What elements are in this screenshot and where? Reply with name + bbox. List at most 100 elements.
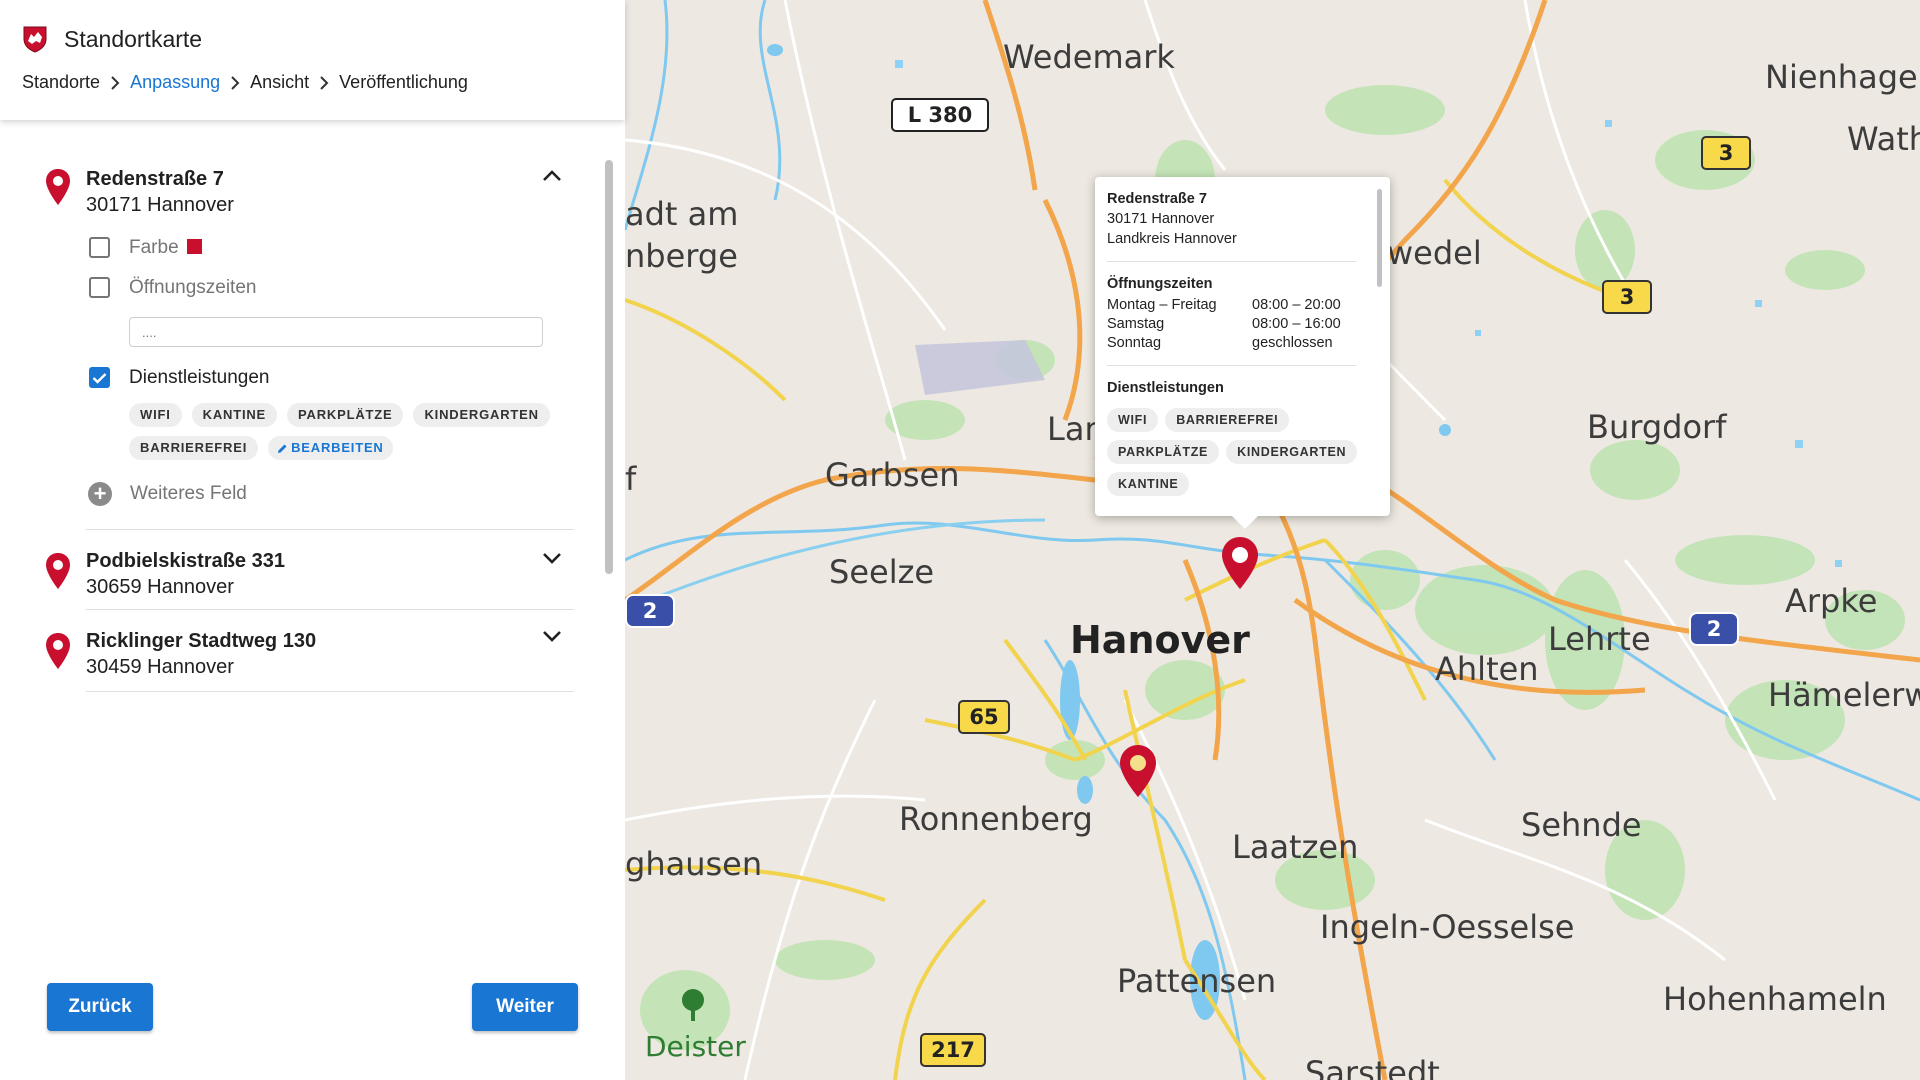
place-label: Wedemark <box>1003 38 1175 76</box>
chevron-up-icon[interactable] <box>540 164 564 188</box>
place-label: Hohenhameln <box>1663 980 1887 1018</box>
farbe-label: Farbe <box>129 236 202 260</box>
dienstleistungen-label: Dienstleistungen <box>129 367 270 388</box>
breadcrumb-veroeffentlichung[interactable]: Veröffentlichung <box>339 72 468 93</box>
map-view[interactable]: Wedemark Nienhagen Wath adt am nberge we… <box>625 0 1920 1080</box>
place-label: Garbsen <box>825 456 960 494</box>
pencil-icon <box>278 444 287 453</box>
location-street: Redenstraße 7 <box>86 168 224 190</box>
chevron-right-icon <box>220 75 250 90</box>
location-item-ricklinger-stadtweg[interactable]: Ricklinger Stadtweg 130 30459 Hannover <box>0 610 590 692</box>
breadcrumb: Standorte Anpassung Ansicht Veröffentlic… <box>22 72 625 93</box>
popup-service-chips: WIFI BARRIEREFREI PARKPLÄTZE KINDERGARTE… <box>1107 408 1372 496</box>
location-info-popup: Redenstraße 7 30171 Hannover Landkreis H… <box>1095 177 1390 529</box>
place-label: f <box>625 460 637 498</box>
edit-services-button[interactable]: BEARBEITEN <box>268 436 393 460</box>
place-label: Hämelerw <box>1768 676 1920 714</box>
road-shield: L 380 <box>891 98 989 132</box>
plus-circle-icon: + <box>88 482 112 506</box>
place-label: Seelze <box>829 553 935 591</box>
service-chip: WIFI <box>129 403 182 427</box>
popup-services-title: Dienstleistungen <box>1107 380 1224 396</box>
map-pin-icon <box>46 553 70 589</box>
place-label: Ronnenberg <box>899 800 1093 838</box>
road-shield: 2 <box>625 594 675 628</box>
road-shield: 217 <box>920 1033 986 1067</box>
forest-icon <box>682 989 704 1021</box>
popup-hours-table: Montag – Freitag 08:00 – 20:00 Samstag 0… <box>1107 296 1378 353</box>
add-field-label: Weiteres Feld <box>130 483 247 504</box>
checkmark-icon <box>92 372 107 384</box>
farbe-checkbox[interactable] <box>89 237 110 258</box>
location-city: 30171 Hannover <box>86 194 234 216</box>
map-marker-ricklinger-stadtweg[interactable] <box>1119 744 1157 798</box>
panel-header: Standortkarte Standorte Anpassung Ansich… <box>0 0 625 120</box>
hours-time: 08:00 – 20:00 <box>1252 297 1341 313</box>
chevron-right-icon <box>100 75 130 90</box>
place-label: wedel <box>1387 234 1482 272</box>
service-chip: KANTINE <box>1107 472 1190 496</box>
hours-day: Montag – Freitag <box>1107 297 1217 313</box>
road-shield: 2 <box>1689 612 1739 646</box>
road-shield: 65 <box>958 700 1010 734</box>
place-label-hanover: Hanover <box>1070 618 1250 662</box>
service-chip: KINDERGARTEN <box>1226 440 1358 464</box>
breadcrumb-anpassung[interactable]: Anpassung <box>130 72 220 93</box>
hours-day: Sonntag <box>1107 335 1162 351</box>
app-title: Standortkarte <box>64 25 203 52</box>
chevron-down-icon[interactable] <box>540 546 564 570</box>
breadcrumb-standorte[interactable]: Standorte <box>22 72 100 93</box>
place-label: Burgdorf <box>1587 408 1727 446</box>
scrollbar[interactable] <box>605 160 613 574</box>
service-chip: BARRIEREFREI <box>1165 408 1290 432</box>
place-label: nberge <box>625 237 738 275</box>
service-chip: KINDERGARTEN <box>413 403 550 427</box>
service-chip: PARKPLÄTZE <box>287 403 404 427</box>
sidebar-panel: Standortkarte Standorte Anpassung Ansich… <box>0 0 625 1080</box>
add-field-button[interactable]: + Weiteres Feld <box>88 482 247 506</box>
oeffnungszeiten-input[interactable] <box>129 317 543 347</box>
place-label: Deister <box>645 1030 746 1063</box>
chevron-right-icon <box>309 75 339 90</box>
place-label: Arpke <box>1785 582 1878 620</box>
service-chip: KANTINE <box>191 403 278 427</box>
place-label: Laatzen <box>1232 828 1359 866</box>
popup-scrollbar[interactable] <box>1377 189 1382 287</box>
location-street: Podbielskistraße 331 <box>86 550 285 572</box>
service-chip: PARKPLÄTZE <box>1107 440 1220 464</box>
back-button[interactable]: Zurück <box>47 983 153 1031</box>
place-label: Ahlten <box>1435 650 1539 688</box>
dienstleistungen-checkbox[interactable] <box>89 367 110 388</box>
service-chips: WIFI KANTINE PARKPLÄTZE KINDERGARTEN BAR… <box>129 403 559 460</box>
place-label: Sarstedt <box>1305 1054 1440 1080</box>
place-label: ghausen <box>625 845 763 883</box>
oeffnungszeiten-checkbox[interactable] <box>89 277 110 298</box>
popup-district: Landkreis Hannover <box>1107 231 1237 247</box>
location-item-podbielskistrasse[interactable]: Podbielskistraße 331 30659 Hannover <box>0 530 590 610</box>
divider <box>86 691 574 692</box>
map-pin-icon <box>46 169 70 205</box>
place-label: Wath <box>1847 120 1920 158</box>
next-button[interactable]: Weiter <box>472 983 578 1031</box>
color-swatch[interactable] <box>186 239 202 254</box>
location-street: Ricklinger Stadtweg 130 <box>86 630 317 652</box>
popup-city: 30171 Hannover <box>1107 211 1215 227</box>
lower-saxony-crest-logo <box>23 26 47 53</box>
map-marker-redenstrasse[interactable] <box>1221 536 1259 590</box>
divider <box>1107 261 1356 262</box>
place-label: Sehnde <box>1521 806 1642 844</box>
divider <box>1107 365 1356 366</box>
oeffnungszeiten-label: Öffnungszeiten <box>129 277 257 298</box>
location-list: Redenstraße 7 30171 Hannover Farbe Öffnu… <box>0 120 625 1080</box>
road-shield: 3 <box>1602 280 1652 314</box>
chevron-down-icon[interactable] <box>540 624 564 648</box>
breadcrumb-ansicht[interactable]: Ansicht <box>250 72 309 93</box>
hours-day: Samstag <box>1107 316 1165 332</box>
location-city: 30659 Hannover <box>86 576 234 598</box>
service-chip: BARRIEREFREI <box>129 436 259 460</box>
place-label: adt am <box>625 195 739 233</box>
place-label: Lehrte <box>1548 620 1651 658</box>
popup-hours-title: Öffnungszeiten <box>1107 276 1213 292</box>
place-label: Nienhagen <box>1765 58 1920 96</box>
location-city: 30459 Hannover <box>86 656 234 678</box>
